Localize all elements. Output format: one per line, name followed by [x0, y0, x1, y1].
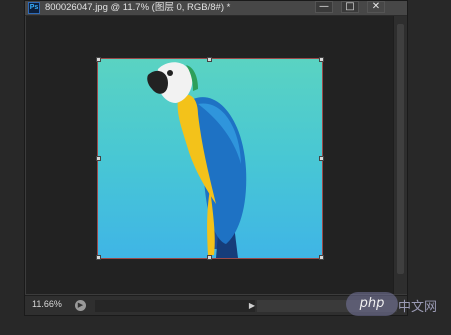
status-menu-icon[interactable]: ▶: [75, 300, 86, 311]
minimize-button[interactable]: —: [315, 1, 333, 13]
vertical-scrollbar[interactable]: [393, 16, 407, 294]
transform-handle[interactable]: [319, 57, 324, 62]
transform-handle[interactable]: [319, 255, 324, 260]
transform-handle[interactable]: [96, 156, 101, 161]
transform-handle[interactable]: [207, 57, 212, 62]
canvas-area[interactable]: [26, 16, 393, 294]
photoshop-icon: Ps: [28, 2, 40, 14]
maximize-button[interactable]: □: [341, 1, 359, 13]
transform-handle[interactable]: [207, 255, 212, 260]
zoom-readout[interactable]: 11.66%: [32, 299, 62, 309]
document-title: 800026047.jpg @ 11.7% (图层 0, RGB/8#) *: [45, 2, 231, 13]
transform-handle[interactable]: [96, 57, 101, 62]
parrot-image: [147, 62, 247, 258]
watermark: php 中文网: [346, 292, 446, 320]
document-window: Ps 800026047.jpg @ 11.7% (图层 0, RGB/8#) …: [24, 0, 408, 316]
scroll-right-arrow-icon[interactable]: ▶: [247, 300, 257, 312]
close-button[interactable]: ✕: [367, 1, 385, 13]
image-layer[interactable]: [97, 58, 323, 259]
vertical-scroll-thumb[interactable]: [397, 24, 404, 274]
horizontal-scrollbar[interactable]: [95, 300, 255, 312]
transform-handle[interactable]: [96, 255, 101, 260]
watermark-text: 中文网: [398, 300, 438, 315]
watermark-badge: php: [346, 292, 398, 316]
transform-handle[interactable]: [319, 156, 324, 161]
document-titlebar[interactable]: Ps 800026047.jpg @ 11.7% (图层 0, RGB/8#) …: [25, 1, 407, 16]
